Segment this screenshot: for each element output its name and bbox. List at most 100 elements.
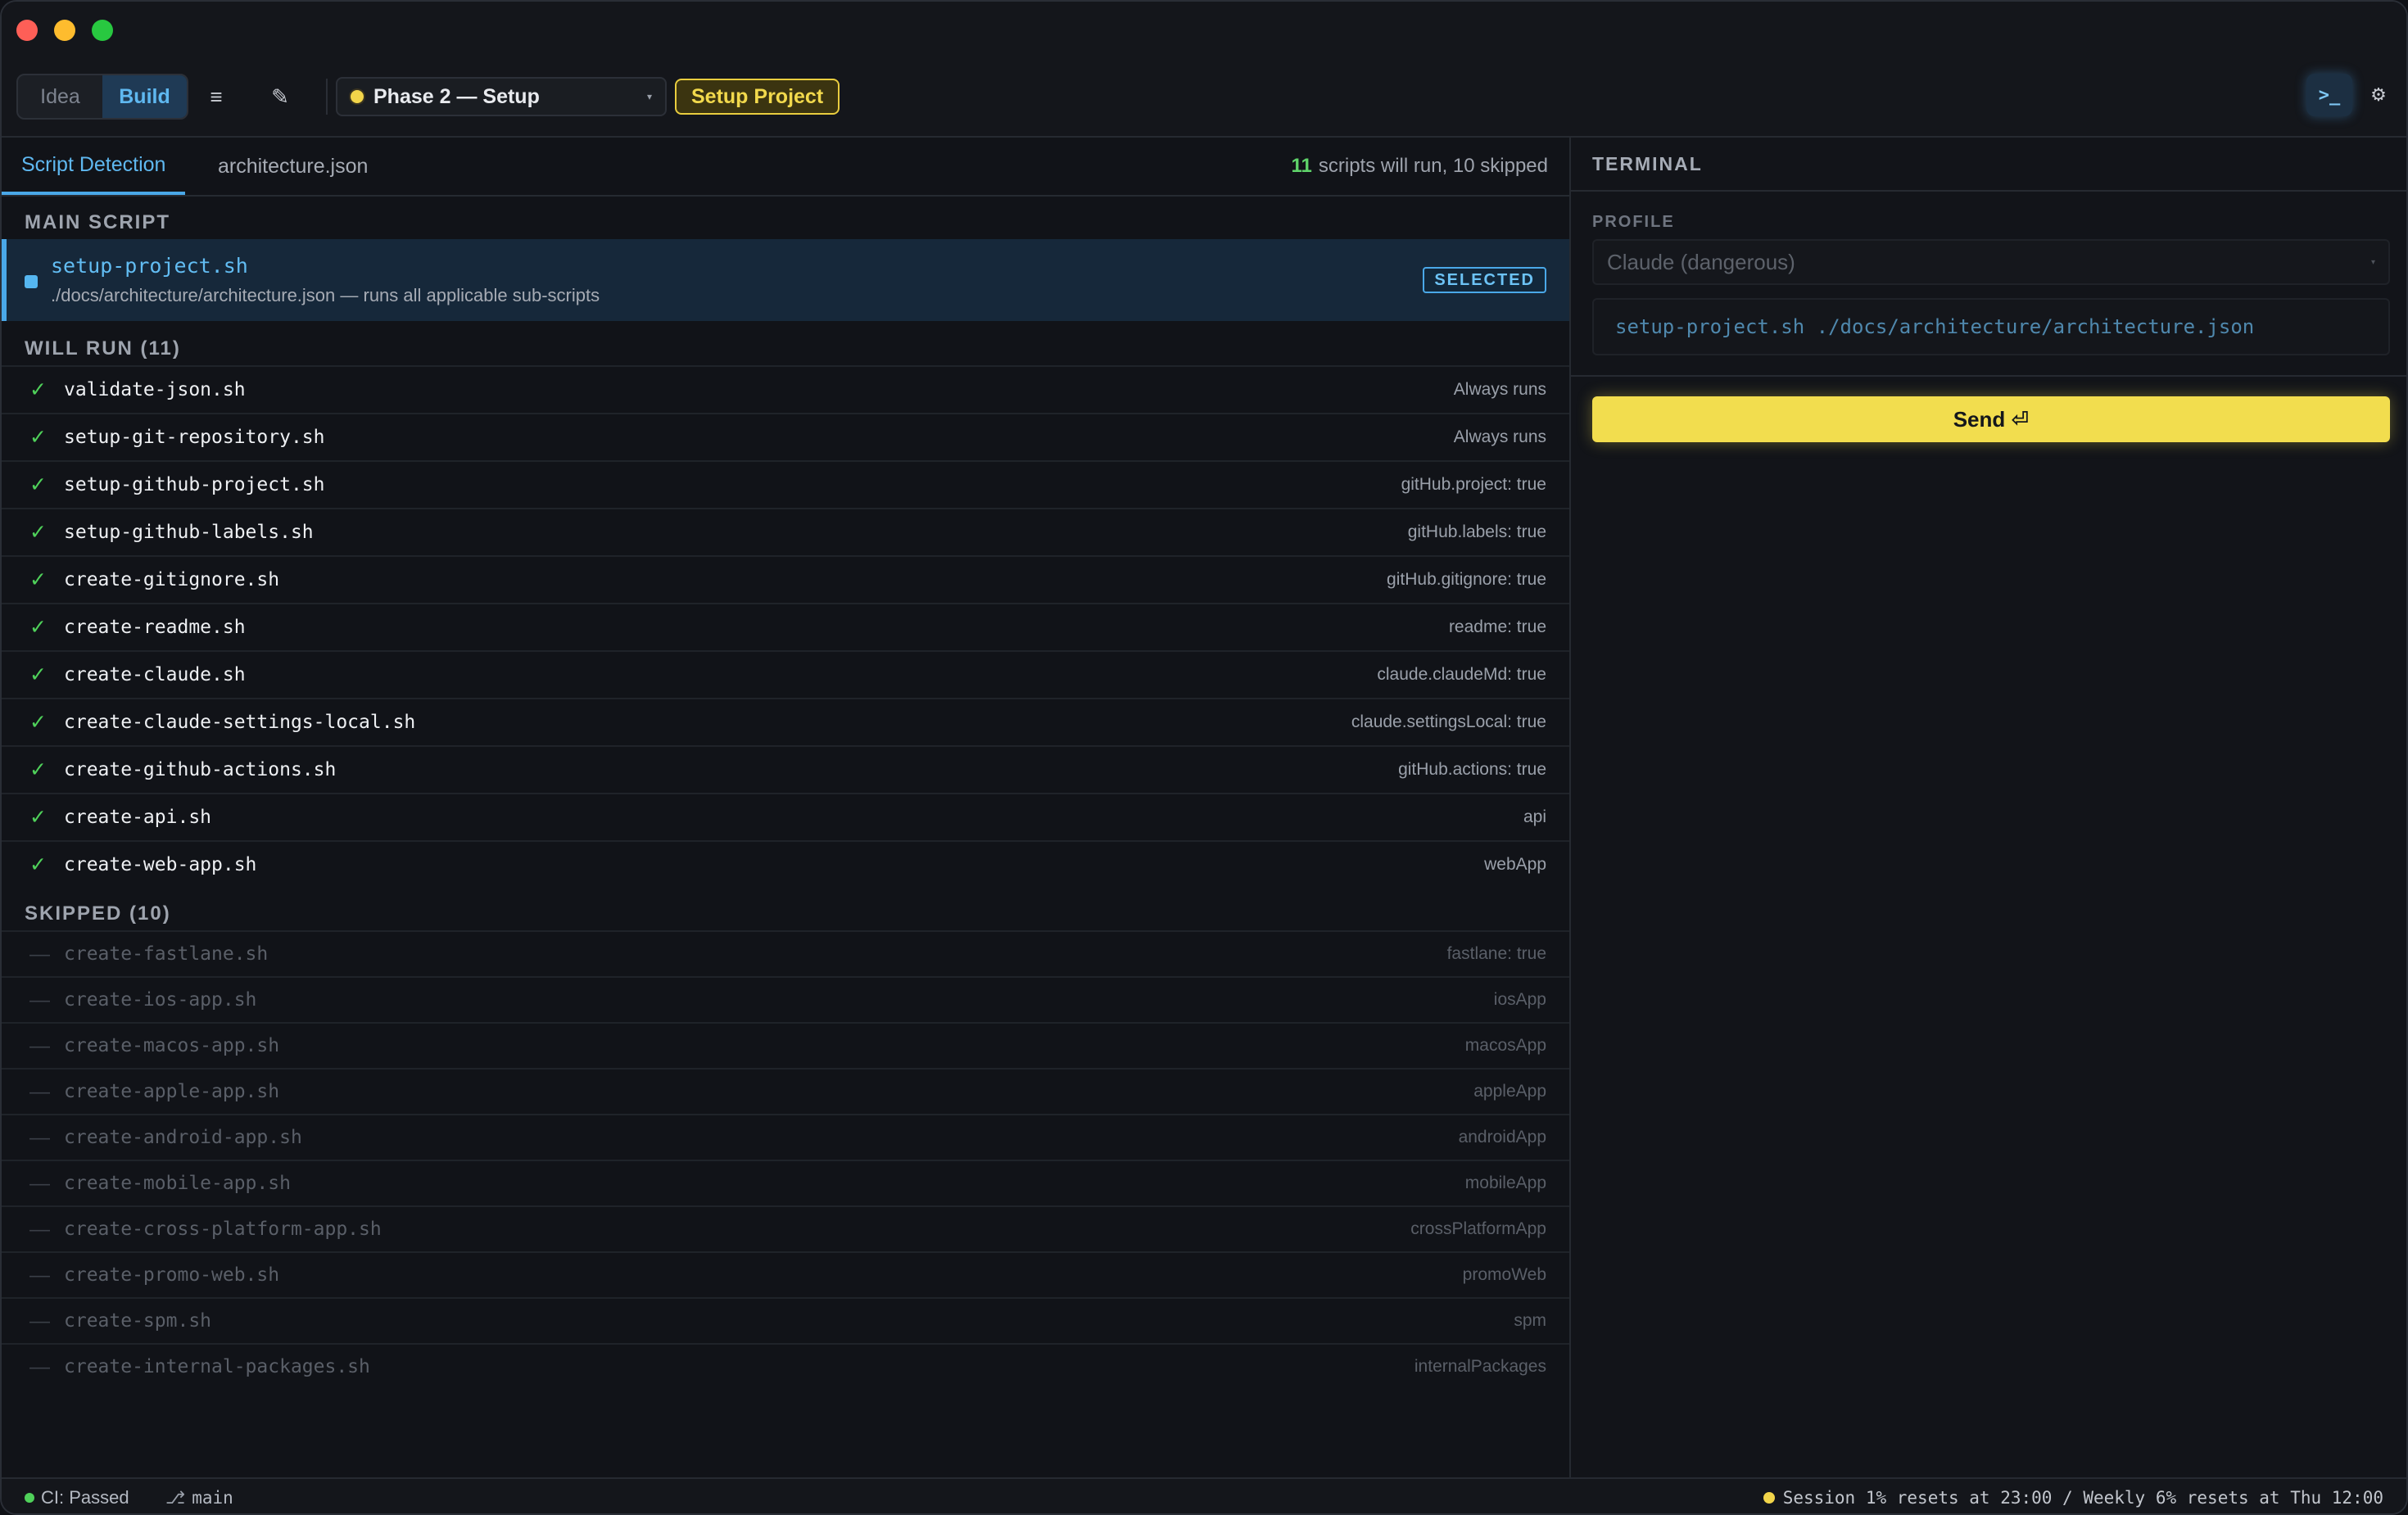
command-input[interactable]: setup-project.sh ./docs/architecture/arc… xyxy=(1592,298,2390,355)
mode-idea-button[interactable]: Idea xyxy=(18,75,102,118)
terminal-divider xyxy=(1571,375,2406,377)
phase-status-dot xyxy=(351,90,364,103)
ci-status[interactable]: CI: Passed xyxy=(25,1479,129,1513)
dash-icon: — xyxy=(29,1171,50,1195)
terminal-toggle-icon[interactable]: >_ xyxy=(2306,74,2352,116)
script-condition: claude.settingsLocal: true xyxy=(1351,712,1546,731)
minimize-window-button[interactable] xyxy=(54,20,75,41)
script-condition: gitHub.project: true xyxy=(1401,475,1546,494)
skipped-script-row[interactable]: — create-macos-app.sh macosApp xyxy=(2,1022,1569,1068)
zoom-window-button[interactable] xyxy=(92,20,113,41)
will-run-script-row[interactable]: ✓ create-github-actions.sh gitHub.actions:… xyxy=(2,745,1569,793)
skipped-script-row[interactable]: — create-android-app.sh androidApp xyxy=(2,1114,1569,1160)
will-run-script-row[interactable]: ✓ setup-github-labels.sh gitHub.labels: tr… xyxy=(2,508,1569,555)
script-condition: fastlane: true xyxy=(1446,944,1546,963)
will-run-script-row[interactable]: ✓ validate-json.sh Always runs xyxy=(2,365,1569,413)
status-bar: CI: Passed ⎇ main Session 1% resets at 2… xyxy=(2,1477,2406,1513)
skipped-script-row[interactable]: — create-promo-web.sh promoWeb xyxy=(2,1251,1569,1297)
dash-icon: — xyxy=(29,942,50,966)
checkmark-icon: ✓ xyxy=(29,711,47,734)
checkmark-icon: ✓ xyxy=(29,853,47,876)
toolbar-divider xyxy=(326,79,328,115)
script-name: create-readme.sh xyxy=(64,617,246,638)
profile-select[interactable]: Claude (dangerous) ▾ xyxy=(1592,239,2390,285)
script-name: create-fastlane.sh xyxy=(64,943,269,965)
script-condition: api xyxy=(1523,807,1546,826)
checkmark-icon: ✓ xyxy=(29,426,47,449)
checkmark-icon: ✓ xyxy=(29,473,47,496)
script-condition: internalPackages xyxy=(1414,1357,1546,1376)
script-condition: gitHub.labels: true xyxy=(1407,522,1546,541)
script-condition: Always runs xyxy=(1453,380,1546,399)
ci-status-dot xyxy=(25,1493,34,1503)
dash-icon: — xyxy=(29,1033,50,1057)
tab-bar: Script Detection architecture.json 11 sc… xyxy=(2,138,1569,197)
phase-select[interactable]: Phase 2 — Setup ▾ xyxy=(336,77,667,116)
mode-build-button[interactable]: Build xyxy=(102,75,187,118)
script-condition: androidApp xyxy=(1458,1128,1546,1146)
will-run-script-row[interactable]: ✓ create-api.sh api xyxy=(2,793,1569,840)
skipped-script-row[interactable]: — create-internal-packages.sh internalPack… xyxy=(2,1343,1569,1389)
will-run-list: ✓ validate-json.sh Always runs ✓ setup-git-r… xyxy=(2,365,1569,888)
skipped-script-row[interactable]: — create-spm.sh spm xyxy=(2,1297,1569,1343)
script-name: create-github-actions.sh xyxy=(64,759,337,780)
script-condition: iosApp xyxy=(1493,990,1546,1009)
script-name: create-ios-app.sh xyxy=(64,989,257,1011)
script-condition: claude.claudeMd: true xyxy=(1377,665,1546,684)
send-button[interactable]: Send ⏎ xyxy=(1592,396,2390,442)
app-window: Idea Build ≡ ✎ Phase 2 — Setup ▾ Setup P… xyxy=(0,0,2408,1515)
chevron-down-icon: ▾ xyxy=(2370,257,2375,267)
main-script-heading: MAIN SCRIPT xyxy=(25,211,170,233)
skipped-script-row[interactable]: — create-ios-app.sh iosApp xyxy=(2,976,1569,1022)
main-script-row[interactable]: setup-project.sh ./docs/architecture/arc… xyxy=(2,239,1569,321)
script-name: create-spm.sh xyxy=(64,1310,212,1332)
will-run-script-row[interactable]: ✓ create-gitignore.sh gitHub.gitignore: tr… xyxy=(2,555,1569,603)
script-name: create-gitignore.sh xyxy=(64,569,280,590)
edit-icon[interactable]: ✎ xyxy=(259,75,301,118)
will-run-script-row[interactable]: ✓ create-claude-settings-local.sh claude.s… xyxy=(2,698,1569,745)
setup-project-button[interactable]: Setup Project xyxy=(675,79,840,115)
selected-indicator xyxy=(25,275,38,288)
git-branch[interactable]: ⎇ main xyxy=(165,1479,233,1513)
will-run-script-row[interactable]: ✓ setup-github-project.sh gitHub.project: … xyxy=(2,460,1569,508)
will-run-script-row[interactable]: ✓ create-web-app.sh webApp xyxy=(2,840,1569,888)
list-icon[interactable]: ≡ xyxy=(195,75,238,118)
tab-script-detection[interactable]: Script Detection xyxy=(2,138,186,195)
mode-switch: Idea Build xyxy=(16,74,188,120)
skipped-script-row[interactable]: — create-cross-platform-app.sh crossPlatfo… xyxy=(2,1205,1569,1251)
checkmark-icon: ✓ xyxy=(29,806,47,829)
script-name: setup-git-repository.sh xyxy=(64,427,325,448)
will-run-heading: WILL RUN (11) xyxy=(25,337,181,360)
will-run-script-row[interactable]: ✓ create-readme.sh readme: true xyxy=(2,603,1569,650)
skipped-script-row[interactable]: — create-apple-app.sh appleApp xyxy=(2,1068,1569,1114)
dash-icon: — xyxy=(29,1354,50,1378)
main-script-description: ./docs/architecture/architecture.json — … xyxy=(51,285,600,305)
toolbar: Idea Build ≡ ✎ Phase 2 — Setup ▾ Setup P… xyxy=(2,59,2406,138)
skipped-script-row[interactable]: — create-fastlane.sh fastlane: true xyxy=(2,930,1569,976)
branch-icon: ⎇ xyxy=(165,1488,186,1508)
skipped-list: — create-fastlane.sh fastlane: true — create… xyxy=(2,930,1569,1389)
usage-status-dot xyxy=(1763,1492,1775,1504)
terminal-title: TERMINAL xyxy=(1571,138,2406,192)
gear-icon[interactable]: ⚙ xyxy=(2362,77,2395,113)
script-condition: readme: true xyxy=(1448,617,1546,636)
script-name: create-android-app.sh xyxy=(64,1127,302,1148)
checkmark-icon: ✓ xyxy=(29,758,47,781)
dash-icon: — xyxy=(29,1263,50,1287)
script-name: create-promo-web.sh xyxy=(64,1264,280,1286)
script-condition: gitHub.gitignore: true xyxy=(1387,570,1546,589)
profile-value: Claude (dangerous) xyxy=(1607,249,1795,274)
will-run-script-row[interactable]: ✓ create-claude.sh claude.claudeMd: true xyxy=(2,650,1569,698)
script-name: create-web-app.sh xyxy=(64,854,257,875)
tab-architecture-json[interactable]: architecture.json xyxy=(218,138,368,195)
will-run-script-row[interactable]: ✓ setup-git-repository.sh Always runs xyxy=(2,413,1569,460)
selected-badge: SELECTED xyxy=(1423,267,1546,293)
dash-icon: — xyxy=(29,1217,50,1241)
checkmark-icon: ✓ xyxy=(29,568,47,591)
run-summary-text: scripts will run, 10 skipped xyxy=(1318,155,1548,177)
ci-status-label: CI: Passed xyxy=(41,1487,129,1508)
skipped-script-row[interactable]: — create-mobile-app.sh mobileApp xyxy=(2,1160,1569,1205)
script-name: create-mobile-app.sh xyxy=(64,1173,291,1194)
close-window-button[interactable] xyxy=(16,20,38,41)
script-name: create-macos-app.sh xyxy=(64,1035,280,1056)
